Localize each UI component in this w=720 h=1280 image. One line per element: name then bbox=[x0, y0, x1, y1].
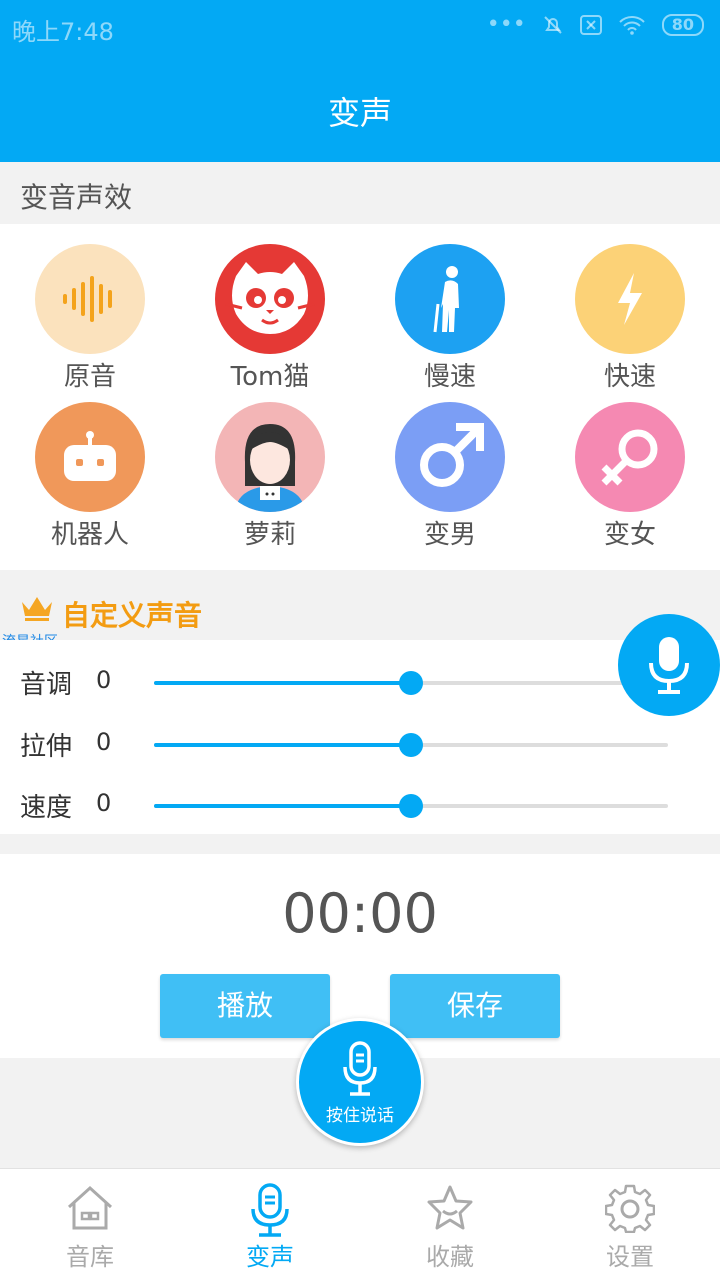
slider-fill bbox=[154, 804, 411, 808]
hold-to-talk-button[interactable]: 按住说话 bbox=[296, 1018, 424, 1146]
slider-thumb[interactable] bbox=[399, 733, 423, 757]
old-man-icon bbox=[395, 244, 505, 354]
floating-mic-button[interactable] bbox=[618, 614, 720, 716]
app-header: 晚上7:48 ••• 80 变声 bbox=[0, 0, 720, 162]
status-bar: 晚上7:48 ••• 80 bbox=[0, 0, 720, 54]
pitch-slider[interactable] bbox=[154, 671, 668, 695]
voice-sliders: 音调 0 拉伸 0 速度 0 bbox=[0, 640, 720, 834]
effect-female[interactable]: 变女 bbox=[540, 382, 720, 550]
tab-favorites[interactable]: 收藏 bbox=[360, 1169, 540, 1280]
male-symbol-icon bbox=[395, 402, 505, 512]
effect-label: 机器人 bbox=[50, 520, 129, 550]
slider-fill bbox=[154, 681, 411, 685]
gear-icon bbox=[605, 1184, 655, 1233]
slider-fill bbox=[154, 743, 411, 747]
tab-settings[interactable]: 设置 bbox=[540, 1169, 720, 1280]
battery-indicator: 80 bbox=[661, 13, 704, 36]
stretch-slider[interactable] bbox=[154, 733, 668, 757]
effect-robot[interactable]: 机器人 bbox=[0, 382, 180, 550]
play-button[interactable]: 播放 bbox=[160, 974, 330, 1038]
tab-sound-library[interactable]: 音库 bbox=[0, 1169, 180, 1280]
sim-icon bbox=[579, 14, 602, 35]
mute-bell-icon bbox=[544, 15, 562, 34]
effect-fast[interactable]: 快速 bbox=[540, 224, 720, 392]
tab-label: 变声 bbox=[246, 1243, 294, 1271]
bottom-tab-bar: 音库 变声 收藏 设置 bbox=[0, 1168, 720, 1280]
slider-name: 速度 bbox=[20, 793, 73, 823]
slider-value: 0 bbox=[96, 789, 112, 817]
save-button[interactable]: 保存 bbox=[390, 974, 560, 1038]
stretch-slider-row: 拉伸 0 bbox=[0, 708, 720, 768]
custom-voice-header: 自定义声音 bbox=[0, 570, 720, 640]
pitch-slider-row: 音调 0 bbox=[0, 646, 720, 706]
tab-label: 收藏 bbox=[426, 1243, 474, 1271]
effect-label: 变女 bbox=[603, 520, 656, 550]
slider-name: 音调 bbox=[20, 670, 73, 700]
slider-value: 0 bbox=[96, 666, 112, 694]
more-dots-icon: ••• bbox=[486, 12, 526, 37]
speed-slider[interactable] bbox=[154, 794, 668, 818]
hold-to-talk-label: 按住说话 bbox=[326, 1106, 394, 1126]
slider-name: 拉伸 bbox=[20, 732, 73, 762]
wifi-icon bbox=[619, 15, 645, 35]
effect-label: 变男 bbox=[423, 520, 476, 550]
status-icons: ••• 80 bbox=[487, 12, 704, 37]
effect-original[interactable]: 原音 bbox=[0, 224, 180, 392]
tab-label: 音库 bbox=[66, 1243, 114, 1271]
star-icon bbox=[427, 1185, 473, 1230]
effect-loli[interactable]: 萝莉 bbox=[180, 382, 360, 550]
effects-grid: 原音 Tom猫 慢速 快速 机器人 萝莉 变男 变女 bbox=[0, 224, 720, 570]
microphone-icon bbox=[343, 1041, 377, 1096]
lightning-icon bbox=[575, 244, 685, 354]
slider-thumb[interactable] bbox=[399, 671, 423, 695]
tab-voice-changer[interactable]: 变声 bbox=[180, 1169, 360, 1280]
effect-label: 萝莉 bbox=[243, 520, 296, 550]
recording-timer: 00:00 bbox=[282, 882, 438, 945]
speed-slider-row: 速度 0 bbox=[0, 769, 720, 829]
girl-icon bbox=[215, 402, 325, 512]
home-icon bbox=[67, 1185, 113, 1230]
microphone-icon bbox=[649, 637, 689, 694]
status-time: 晚上7:48 bbox=[12, 18, 114, 46]
microphone-icon bbox=[251, 1183, 289, 1237]
sound-wave-icon bbox=[35, 244, 145, 354]
cat-face-icon bbox=[215, 244, 325, 354]
effect-male[interactable]: 变男 bbox=[360, 382, 540, 550]
tab-label: 设置 bbox=[606, 1243, 654, 1271]
female-symbol-icon bbox=[575, 402, 685, 512]
crown-icon bbox=[22, 597, 52, 621]
slider-value: 0 bbox=[96, 728, 112, 756]
slider-thumb[interactable] bbox=[399, 794, 423, 818]
effect-slow[interactable]: 慢速 bbox=[360, 224, 540, 392]
page-title: 变声 bbox=[327, 94, 392, 132]
robot-icon bbox=[35, 402, 145, 512]
effect-tom-cat[interactable]: Tom猫 bbox=[180, 224, 360, 392]
effects-section-title: 变音声效 bbox=[0, 162, 720, 224]
custom-voice-title: 自定义声音 bbox=[62, 599, 203, 632]
